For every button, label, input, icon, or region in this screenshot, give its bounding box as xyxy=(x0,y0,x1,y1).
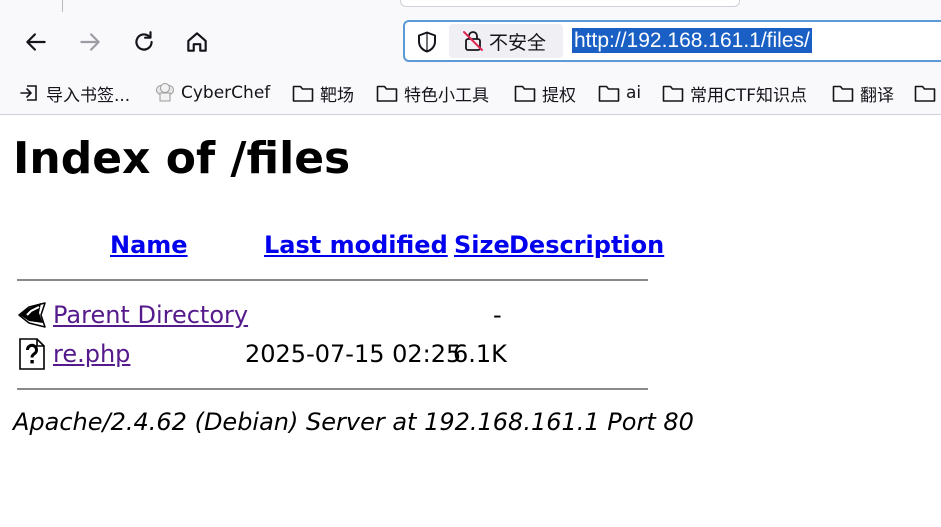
row-size: - xyxy=(493,301,502,329)
chef-hat-icon xyxy=(154,82,176,104)
security-label: 不安全 xyxy=(489,31,547,54)
folder-icon xyxy=(598,82,620,104)
column-header-size[interactable]: Size xyxy=(454,231,510,259)
navigation-toolbar: 不安全 http://192.168.161.1/files/ xyxy=(0,14,941,70)
bookmark-folder-ai[interactable]: ai xyxy=(598,80,641,106)
column-header-name[interactable]: Name xyxy=(110,231,188,259)
folder-icon xyxy=(662,82,684,104)
back-button[interactable] xyxy=(20,26,52,58)
bookmark-folder-tools[interactable]: 特色小工具 xyxy=(376,80,489,106)
unknown-file-icon xyxy=(19,338,45,370)
column-header-last-modified[interactable]: Last modified xyxy=(264,231,448,259)
tracking-protection-shield-icon[interactable] xyxy=(415,30,439,54)
header-divider xyxy=(17,279,648,281)
folder-icon xyxy=(292,82,314,104)
bookmark-folder-range[interactable]: 靶场 xyxy=(292,80,354,106)
bookmark-folder-privesc[interactable]: 提权 xyxy=(514,80,576,106)
file-link[interactable]: re.php xyxy=(53,340,130,368)
column-header-description[interactable]: Description xyxy=(509,231,664,259)
address-bar[interactable]: 不安全 http://192.168.161.1/files/ xyxy=(403,20,941,62)
bookmark-import[interactable]: 导入书签... xyxy=(18,80,130,106)
footer-divider xyxy=(17,388,648,390)
bookmark-cyberchef[interactable]: CyberChef xyxy=(154,80,270,106)
tab-divider xyxy=(62,0,63,12)
parent-directory-link[interactable]: Parent Directory xyxy=(53,301,248,329)
back-arrow-icon xyxy=(26,33,46,51)
back-arrow-icon xyxy=(18,302,46,328)
folder-icon xyxy=(832,82,854,104)
reload-icon xyxy=(135,31,153,51)
tab-dropdown-edge xyxy=(400,0,740,7)
site-security-button[interactable]: 不安全 xyxy=(449,24,563,58)
row-size: 6.1K xyxy=(453,340,507,368)
browser-chrome: 不安全 http://192.168.161.1/files/ 导入书签... xyxy=(0,0,941,115)
home-button[interactable] xyxy=(181,26,213,58)
page-content: Index of /files Name Last modified Size … xyxy=(0,115,941,527)
page-title: Index of /files xyxy=(13,133,351,184)
bookmarks-toolbar: 导入书签... CyberChef 靶场 特色小工具 提权 ai 常用CTF知识… xyxy=(0,76,941,110)
bookmark-folder-translate[interactable]: 翻译 xyxy=(832,80,894,106)
folder-icon xyxy=(914,82,936,104)
folder-icon xyxy=(514,82,536,104)
tab-strip xyxy=(0,0,941,14)
url-text[interactable]: http://192.168.161.1/files/ xyxy=(572,28,812,53)
server-signature: Apache/2.4.62 (Debian) Server at 192.168… xyxy=(13,408,694,436)
forward-arrow-icon xyxy=(80,33,100,51)
bookmark-folder-ctf[interactable]: 常用CTF知识点 xyxy=(662,80,807,106)
forward-button[interactable] xyxy=(74,26,106,58)
row-last-modified: 2025-07-15 02:25 xyxy=(245,340,462,368)
reload-button[interactable] xyxy=(128,26,160,58)
home-icon xyxy=(187,32,207,52)
insecure-lock-icon xyxy=(463,31,483,51)
import-icon xyxy=(18,82,40,104)
bookmark-folder-overflow[interactable] xyxy=(914,80,936,106)
folder-icon xyxy=(376,82,398,104)
